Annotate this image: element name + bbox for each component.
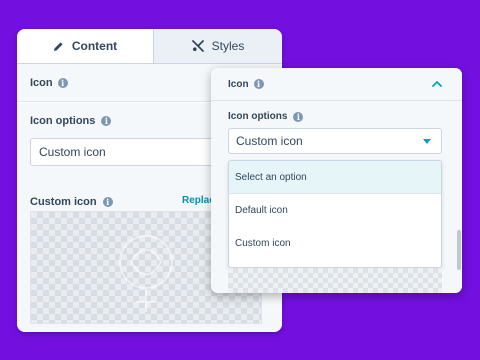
- icon-options-label: Icon options: [228, 111, 288, 122]
- dropdown-option[interactable]: Select an option: [229, 161, 441, 194]
- tab-styles-label: Styles: [211, 39, 245, 53]
- tab-content-label: Content: [71, 39, 118, 53]
- scrollbar[interactable]: [457, 230, 461, 270]
- section-title: Icon: [30, 76, 53, 89]
- dropdown-option[interactable]: Default icon: [229, 194, 441, 227]
- info-icon[interactable]: i: [293, 111, 304, 122]
- custom-icon-label-row: Custom icon i: [30, 196, 113, 208]
- info-icon[interactable]: i: [102, 197, 113, 207]
- dropdown-option[interactable]: Custom icon: [229, 227, 441, 260]
- icon-options-label: Icon options: [30, 115, 96, 127]
- front-panel-body: Icon options i Custom icon Select an opt…: [211, 101, 462, 293]
- front-settings-panel: Icon i Icon options i Custom icon Select…: [211, 68, 462, 293]
- custom-icon-label: Custom icon: [30, 196, 97, 208]
- wrench-icon: [191, 40, 204, 52]
- icon-section-header[interactable]: Icon i: [211, 68, 462, 101]
- info-icon[interactable]: i: [57, 77, 68, 88]
- info-icon[interactable]: i: [101, 116, 112, 126]
- icon-options-label-row: Icon options i: [30, 115, 112, 127]
- chevron-up-icon[interactable]: [432, 80, 442, 87]
- select-value: Custom icon: [236, 134, 303, 148]
- tab-styles[interactable]: Styles: [153, 29, 282, 63]
- section-title: Icon: [228, 78, 249, 90]
- pencil-icon: [53, 41, 64, 52]
- image-placeholder-icon: [119, 235, 173, 312]
- icon-options-label-row: Icon options i: [228, 111, 304, 122]
- icon-options-select[interactable]: Custom icon: [228, 128, 442, 154]
- caret-down-icon: [423, 139, 431, 144]
- custom-icon-preview: [228, 268, 442, 293]
- info-icon[interactable]: i: [253, 79, 264, 89]
- tab-content[interactable]: Content: [17, 29, 153, 63]
- tab-bar: Content Styles: [17, 29, 282, 64]
- icon-options-dropdown: Select an option Default icon Custom ico…: [228, 160, 442, 268]
